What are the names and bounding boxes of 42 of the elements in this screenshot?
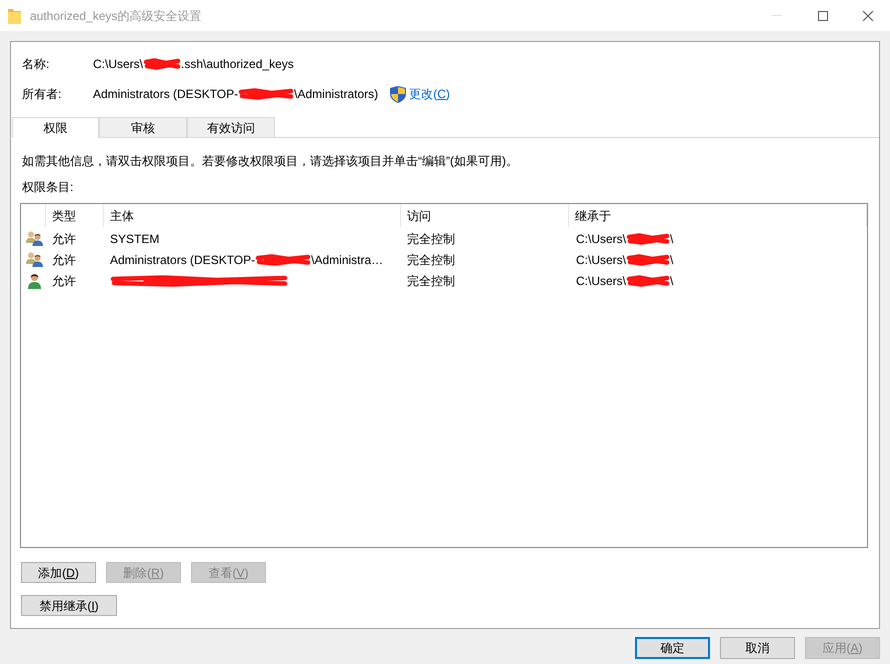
table-cell-text: C:\Users\	[576, 252, 626, 268]
tab[interactable]: 有效访问	[187, 117, 275, 138]
table-cell-text: 完全控制	[406, 252, 455, 268]
table-cell-text: \Administra…	[311, 252, 384, 268]
dialog-button[interactable]: 确定	[635, 637, 710, 659]
window-title: authorized_keys的高级安全设置	[30, 8, 202, 24]
dialog-button[interactable]: 取消	[720, 637, 795, 659]
table-cell-text: SYSTEM	[110, 230, 160, 248]
user-group-icon	[26, 231, 42, 246]
info-text: 如需其他信息，请双击权限项目。若要修改权限项目，请选择该项目并单击“编辑”(如果可用)。	[22, 153, 519, 169]
field-label: 名称:	[22, 56, 50, 73]
tab[interactable]: 权限	[12, 117, 99, 138]
table-cell-text: \	[670, 230, 674, 248]
table-cell-text: 完全控制	[406, 230, 455, 248]
table-cell-text: Administrators (DESKTOP-	[110, 252, 256, 268]
user-icon	[28, 272, 40, 288]
close-icon	[863, 10, 873, 20]
table-cell-text: 允许	[51, 230, 76, 248]
list-label: 权限条目:	[22, 179, 74, 195]
table-cell-text: 完全控制	[406, 272, 455, 290]
tab[interactable]: 审核	[99, 117, 187, 138]
folder-icon	[8, 8, 21, 24]
field-value: .ssh\authorized_keys	[181, 56, 294, 73]
table-cell-text: 允许	[51, 252, 76, 268]
dialog-button[interactable]: 添加(D)	[21, 562, 96, 583]
user-group-icon	[26, 252, 42, 267]
table-row[interactable]: 允许 SYSTEM 完全控制 C:\Users\ \	[21, 228, 867, 249]
table-cell-text: \	[670, 272, 674, 290]
field-value: C:\Users\	[93, 56, 144, 73]
table-cell-text: C:\Users\	[576, 230, 626, 248]
table-cell-text: \	[670, 252, 674, 268]
field-label: 所有者:	[22, 86, 62, 103]
dialog-button[interactable]: 禁用继承(I)	[21, 595, 117, 616]
table-row[interactable]: 允许 完全控制 C:\Users\ \	[21, 270, 867, 291]
shield-icon	[390, 86, 406, 102]
table-cell-text: 允许	[51, 272, 76, 290]
table-row[interactable]: 允许 Administrators (DESKTOP- \Administra… 完全控制 C:\Users\ \	[21, 249, 867, 270]
table-cell-text: C:\Users\	[576, 272, 626, 290]
change-link[interactable]: 更改(C)	[409, 85, 450, 103]
maximize-icon	[818, 10, 828, 20]
field-value: \Administrators)	[294, 86, 378, 103]
field-value: Administrators (DESKTOP-	[93, 86, 238, 103]
